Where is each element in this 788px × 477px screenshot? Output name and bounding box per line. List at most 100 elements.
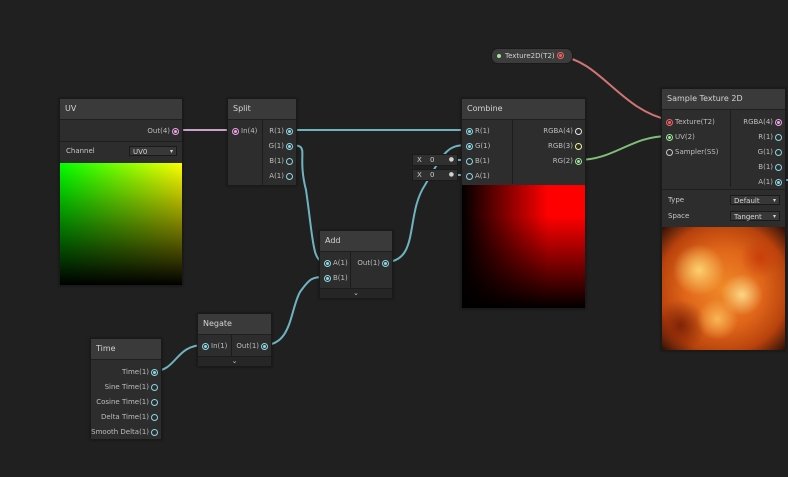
- sample-in-texture-dot[interactable]: [666, 119, 673, 126]
- add-out[interactable]: Out(1): [353, 256, 389, 270]
- split-in-port[interactable]: In(4): [232, 124, 262, 138]
- time-out-delta[interactable]: Delta Time(1): [92, 410, 158, 424]
- split-out-a[interactable]: A(1): [263, 169, 293, 183]
- split-out-g-dot[interactable]: [286, 143, 293, 150]
- combine-in-a-dot[interactable]: [466, 173, 473, 180]
- sample-out-r[interactable]: R(1): [732, 130, 782, 144]
- space-label: Space: [668, 212, 690, 220]
- uv-node[interactable]: UV Out(4) Channel UV0 ▾: [59, 98, 183, 286]
- negate-in-dot[interactable]: [202, 343, 209, 350]
- sample-out-r-dot[interactable]: [775, 134, 782, 141]
- add-node[interactable]: Add A(1) B(1) Out(1) ⌄: [319, 230, 393, 299]
- combine-node[interactable]: Combine R(1) G(1) B(1) A(1) RGBA(4) RGB(…: [461, 98, 586, 309]
- time-out-smooth-delta-dot[interactable]: [151, 429, 158, 436]
- sample-texture-2d-node[interactable]: Sample Texture 2D Texture(T2) UV(2) Samp…: [661, 88, 786, 351]
- negate-out-label: Out(1): [236, 342, 259, 350]
- sample-out-rgba-label: RGBA(4): [743, 118, 773, 126]
- chevron-down-icon: ▾: [169, 148, 173, 155]
- negate-out-dot[interactable]: [261, 343, 268, 350]
- sample-out-b-dot[interactable]: [775, 164, 782, 171]
- combine-out-rgba-dot[interactable]: [575, 128, 582, 135]
- sample-in-sampler[interactable]: Sampler(SS): [666, 145, 728, 159]
- split-node[interactable]: Split In(4) R(1) G(1) B(1) A(1): [227, 98, 297, 186]
- combine-in-r-dot[interactable]: [466, 128, 473, 135]
- uv-out-dot[interactable]: [172, 128, 179, 135]
- negate-out[interactable]: Out(1): [232, 339, 268, 353]
- combine-b-default-field[interactable]: X 0 ●: [412, 154, 458, 166]
- add-in-b-dot[interactable]: [324, 275, 331, 282]
- time-out-time-dot[interactable]: [151, 369, 158, 376]
- negate-expand-button[interactable]: ⌄: [198, 356, 271, 366]
- split-in-dot[interactable]: [232, 128, 239, 135]
- combine-in-r[interactable]: R(1): [466, 124, 511, 138]
- add-node-title[interactable]: Add: [320, 231, 392, 252]
- sample-in-uv-dot[interactable]: [666, 134, 673, 141]
- combine-out-rgb[interactable]: RGB(3): [522, 139, 582, 153]
- negate-node[interactable]: Negate In(1) Out(1) ⌄: [197, 313, 272, 367]
- time-node[interactable]: Time Time(1) Sine Time(1) Cosine Time(1)…: [90, 338, 162, 440]
- sample-in-texture[interactable]: Texture(T2): [666, 115, 728, 129]
- channel-dropdown[interactable]: UV0 ▾: [129, 146, 177, 156]
- split-node-title[interactable]: Split: [228, 99, 296, 120]
- split-out-b-dot[interactable]: [286, 158, 293, 165]
- combine-out-rg-label: RG(2): [552, 157, 573, 165]
- combine-b-value[interactable]: 0: [430, 155, 434, 165]
- add-in-a-dot[interactable]: [324, 260, 331, 267]
- time-out-delta-dot[interactable]: [151, 414, 158, 421]
- space-dropdown[interactable]: Tangent ▾: [730, 211, 780, 221]
- add-in-b[interactable]: B(1): [324, 271, 350, 285]
- negate-node-title[interactable]: Negate: [198, 314, 271, 335]
- time-out-sine[interactable]: Sine Time(1): [92, 380, 158, 394]
- type-dropdown[interactable]: Default ▾: [730, 195, 780, 205]
- sample-out-b[interactable]: B(1): [732, 160, 782, 174]
- sample-out-g-dot[interactable]: [775, 149, 782, 156]
- split-out-b-label: B(1): [269, 157, 284, 165]
- combine-in-g-dot[interactable]: [466, 143, 473, 150]
- time-out-smooth-delta[interactable]: Smooth Delta(1): [91, 425, 158, 439]
- add-out-dot[interactable]: [382, 260, 389, 267]
- combine-in-b[interactable]: B(1): [466, 154, 511, 168]
- combine-in-a[interactable]: A(1): [466, 169, 511, 183]
- time-out-cosine[interactable]: Cosine Time(1): [92, 395, 158, 409]
- time-out-sine-dot[interactable]: [151, 384, 158, 391]
- split-out-g[interactable]: G(1): [263, 139, 293, 153]
- combine-out-rgba[interactable]: RGBA(4): [522, 124, 582, 138]
- split-in-label: In(4): [241, 127, 258, 135]
- combine-out-rgb-dot[interactable]: [575, 143, 582, 150]
- sample-out-g[interactable]: G(1): [732, 145, 782, 159]
- combine-node-title[interactable]: Combine: [462, 99, 585, 120]
- chevron-down-icon: ▾: [772, 197, 776, 204]
- combine-in-g[interactable]: G(1): [466, 139, 511, 153]
- add-expand-button[interactable]: ⌄: [320, 288, 392, 298]
- add-in-b-label: B(1): [333, 274, 348, 282]
- sample-texture-2d-title[interactable]: Sample Texture 2D: [662, 89, 785, 110]
- time-out-smooth-delta-label: Smooth Delta(1): [91, 428, 149, 436]
- sample-out-a[interactable]: A(1): [732, 175, 782, 189]
- sample-in-sampler-dot[interactable]: [666, 149, 673, 156]
- split-out-r-dot[interactable]: [286, 128, 293, 135]
- combine-out-rg-dot[interactable]: [575, 158, 582, 165]
- uv-preview: [60, 163, 182, 285]
- sample-in-uv[interactable]: UV(2): [666, 130, 728, 144]
- negate-in[interactable]: In(1): [202, 339, 230, 353]
- wire-negate-out-to-add-b[interactable]: [263, 276, 327, 346]
- add-in-a[interactable]: A(1): [324, 256, 350, 270]
- texture2d-property-node[interactable]: Texture2D(T2): [491, 48, 573, 64]
- split-out-r[interactable]: R(1): [263, 124, 293, 138]
- combine-in-b-dot[interactable]: [466, 158, 473, 165]
- uv-node-title[interactable]: UV: [60, 99, 182, 120]
- wire-combine-rg-to-sample-uv[interactable]: [577, 135, 670, 161]
- sample-out-rgba-dot[interactable]: [775, 119, 782, 126]
- combine-a-default-field[interactable]: X 0 ●: [412, 169, 458, 181]
- split-out-b[interactable]: B(1): [263, 154, 293, 168]
- time-out-cosine-dot[interactable]: [151, 399, 158, 406]
- time-out-time[interactable]: Time(1): [92, 365, 158, 379]
- property-output-port[interactable]: [557, 52, 564, 59]
- time-node-title[interactable]: Time: [91, 339, 161, 360]
- sample-out-a-dot[interactable]: [775, 179, 782, 186]
- combine-a-value[interactable]: 0: [430, 170, 434, 180]
- uv-out-port[interactable]: Out(4): [99, 124, 179, 138]
- combine-out-rg[interactable]: RG(2): [522, 154, 582, 168]
- split-out-a-dot[interactable]: [286, 173, 293, 180]
- sample-out-rgba[interactable]: RGBA(4): [732, 115, 782, 129]
